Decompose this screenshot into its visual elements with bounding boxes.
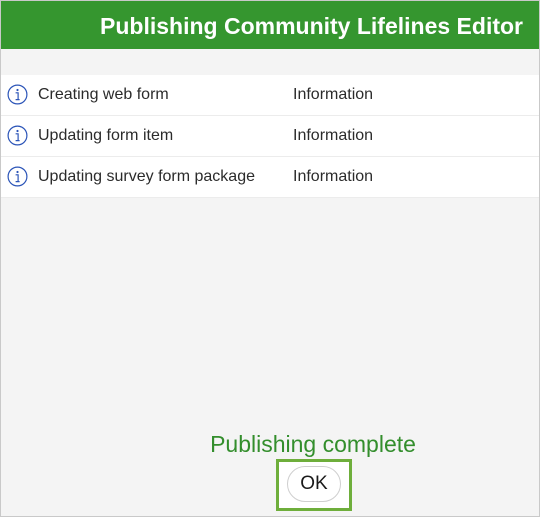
log-row: Updating survey form package Information	[1, 157, 539, 198]
log-message: Updating form item	[38, 127, 174, 144]
info-icon	[7, 166, 28, 187]
ok-button[interactable]: OK	[287, 466, 341, 502]
ok-button-highlight: OK	[276, 459, 352, 511]
dialog-title: Publishing Community Lifelines Editor	[100, 13, 523, 39]
info-icon	[7, 84, 28, 105]
log-level: Information	[293, 86, 374, 103]
log-row: Updating form item Information	[1, 116, 539, 157]
log-level: Information	[293, 127, 374, 144]
log-message: Updating survey form package	[38, 168, 255, 185]
log-row: Creating web form Information	[1, 75, 539, 116]
log-message: Creating web form	[38, 86, 169, 103]
log-level: Information	[293, 168, 374, 185]
log-list: Creating web form Information Updating f…	[1, 75, 539, 198]
info-icon	[7, 125, 28, 146]
title-bar: Publishing Community Lifelines Editor	[1, 1, 539, 49]
publishing-dialog: Publishing Community Lifelines Editor Cr…	[0, 0, 540, 517]
status-message: Publishing complete	[210, 431, 416, 457]
